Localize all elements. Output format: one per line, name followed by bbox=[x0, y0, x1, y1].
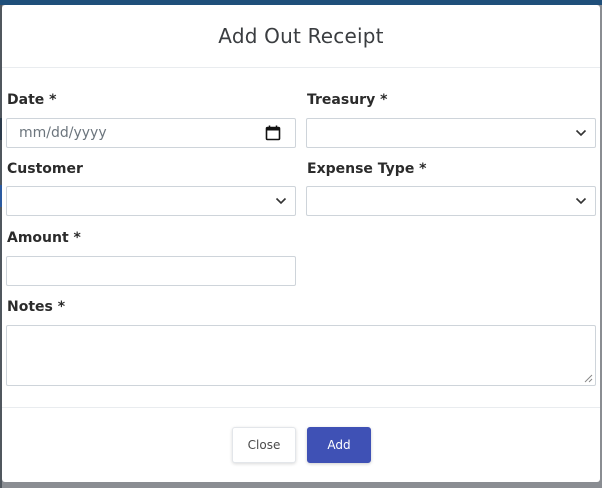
notes-label: Notes * bbox=[7, 299, 66, 315]
modal-header: Add Out Receipt bbox=[2, 5, 600, 68]
modal-title: Add Out Receipt bbox=[218, 24, 384, 48]
date-placeholder: mm/dd/yyyy bbox=[19, 125, 107, 141]
expense-type-select[interactable] bbox=[306, 186, 596, 216]
add-out-receipt-dialog: Add Out Receipt Date * mm/dd/yyyy Treasu… bbox=[2, 5, 600, 482]
calendar-icon[interactable] bbox=[265, 125, 281, 141]
treasury-label: Treasury * bbox=[307, 92, 388, 108]
amount-label: Amount * bbox=[7, 230, 81, 246]
date-input[interactable]: mm/dd/yyyy bbox=[6, 118, 296, 148]
notes-textarea[interactable] bbox=[6, 325, 596, 386]
customer-select[interactable] bbox=[6, 186, 296, 216]
expense-type-label: Expense Type * bbox=[307, 161, 427, 177]
date-label: Date * bbox=[7, 92, 57, 108]
add-button[interactable]: Add bbox=[307, 427, 371, 463]
close-button[interactable]: Close bbox=[232, 427, 296, 463]
chevron-down-icon bbox=[575, 129, 587, 137]
treasury-select[interactable] bbox=[306, 118, 596, 148]
chevron-down-icon bbox=[275, 197, 287, 205]
resize-handle-icon[interactable] bbox=[583, 373, 593, 383]
modal-footer: Close Add bbox=[2, 407, 600, 482]
customer-label: Customer bbox=[7, 161, 83, 177]
amount-input[interactable] bbox=[6, 256, 296, 286]
chevron-down-icon bbox=[575, 197, 587, 205]
